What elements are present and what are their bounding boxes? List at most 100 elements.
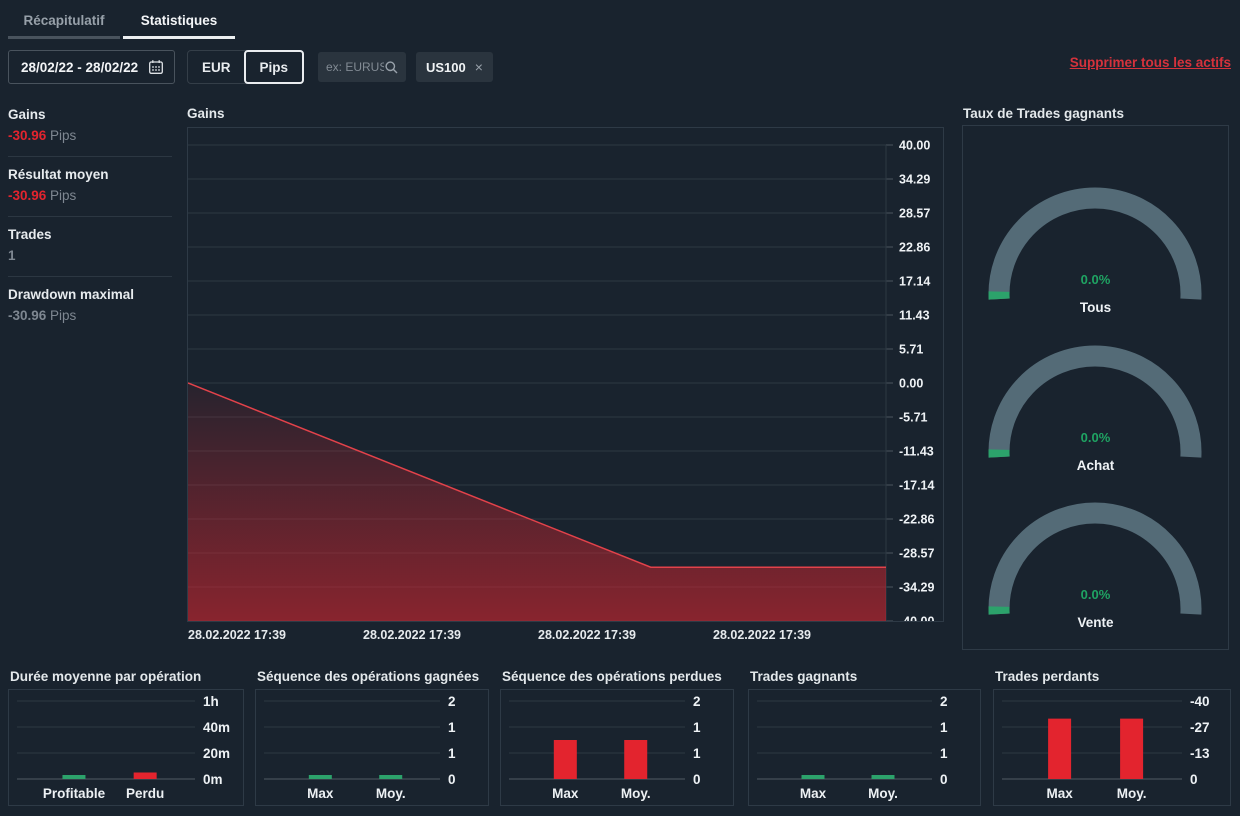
svg-text:0: 0 xyxy=(448,772,456,787)
gains-plot: 40.00 34.29 28.57 22.86 17.14 11.43 5.71 0.00 -5… xyxy=(187,139,934,629)
svg-text:-27: -27 xyxy=(1190,720,1210,735)
svg-text:2: 2 xyxy=(693,694,701,709)
gauge-value: 0.0% xyxy=(1080,272,1111,287)
svg-text:-22.86: -22.86 xyxy=(899,513,934,527)
svg-text:-34.29: -34.29 xyxy=(899,581,934,595)
svg-text:0.00: 0.00 xyxy=(899,377,923,391)
svg-text:34.29: 34.29 xyxy=(899,173,930,187)
stat-label: Drawdown maximal xyxy=(8,287,135,302)
svg-text:Max: Max xyxy=(307,786,334,801)
svg-text:1: 1 xyxy=(448,720,456,735)
date-range-picker[interactable]: 28/02/22 - 28/02/22 xyxy=(8,50,175,84)
stat-unit: Pips xyxy=(46,128,77,143)
gauge-value: 0.0% xyxy=(1080,430,1111,445)
asset-search[interactable] xyxy=(318,52,406,82)
svg-text:Moy.: Moy. xyxy=(376,786,406,801)
win-rate-title: Taux de Trades gagnants xyxy=(963,106,1125,121)
stat-value: -30.96 Pips xyxy=(8,308,172,323)
mini-chart-title: Séquence des opérations perdues xyxy=(502,669,722,684)
mini-chart-plot: 2 1 1 0 Max Moy. xyxy=(509,694,701,801)
svg-text:0m: 0m xyxy=(203,772,223,787)
svg-text:-40.00: -40.00 xyxy=(899,615,934,622)
svg-text:17.14: 17.14 xyxy=(899,275,930,289)
asset-search-input[interactable] xyxy=(326,60,384,74)
unit-toggle: EUR Pips xyxy=(187,50,305,84)
gains-chart-x-axis: 28.02.2022 17:39 28.02.2022 17:39 28.02.20… xyxy=(188,628,945,644)
stats-sidebar: Gains -30.96 Pips Résultat moyen -30.96 Pip… xyxy=(8,97,172,336)
gauge-arc-achat xyxy=(988,345,1202,458)
svg-text:1h: 1h xyxy=(203,694,219,709)
gauge-label: Vente xyxy=(1077,615,1114,630)
gauge-arc-tous xyxy=(988,187,1202,300)
svg-text:1: 1 xyxy=(940,720,948,735)
stat-label: Trades xyxy=(8,227,52,242)
stat-item: Résultat moyen -30.96 Pips xyxy=(8,157,172,217)
stat-number: 1 xyxy=(8,248,16,263)
svg-text:Moy.: Moy. xyxy=(1117,786,1147,801)
svg-text:1: 1 xyxy=(693,746,701,761)
remove-asset-icon[interactable]: × xyxy=(475,60,483,74)
mini-chart: 2 1 1 0 Max Moy. xyxy=(500,689,734,806)
gains-x-tick: 28.02.2022 17:39 xyxy=(188,628,287,642)
asset-tag-label: US100 xyxy=(426,59,466,75)
tab-bar: Récapitulatif Statistiques xyxy=(8,4,235,39)
mini-chart: 2 1 1 0 Max Moy. xyxy=(255,689,489,806)
svg-text:5.71: 5.71 xyxy=(899,343,923,357)
stat-item: Drawdown maximal -30.96 Pips xyxy=(8,277,172,336)
mini-chart-plot: 1h 40m 20m 0m Profitable Perdu xyxy=(17,694,230,801)
remove-all-assets-link[interactable]: Supprimer tous les actifs xyxy=(1070,55,1231,70)
svg-text:11.43: 11.43 xyxy=(899,309,930,323)
stat-value: -30.96 Pips xyxy=(8,128,172,143)
mini-chart: 1h 40m 20m 0m Profitable Perdu xyxy=(8,689,244,806)
svg-text:28.57: 28.57 xyxy=(899,207,930,221)
stat-number: -30.96 xyxy=(8,128,47,143)
svg-text:-5.71: -5.71 xyxy=(899,411,928,425)
stat-item: Gains -30.96 Pips xyxy=(8,97,172,157)
svg-text:Profitable: Profitable xyxy=(43,786,106,801)
pips-button[interactable]: Pips xyxy=(243,50,305,84)
svg-text:Max: Max xyxy=(1046,786,1073,801)
gauge-arc-vente xyxy=(988,502,1202,615)
svg-text:2: 2 xyxy=(448,694,456,709)
mini-chart-plot: -40 -27 -13 0 Max Moy. xyxy=(1002,694,1210,801)
svg-text:0: 0 xyxy=(940,772,948,787)
eur-button[interactable]: EUR xyxy=(188,51,245,83)
tab-statistiques[interactable]: Statistiques xyxy=(123,4,235,39)
stat-value: 1 xyxy=(8,248,172,263)
stat-number: -30.96 xyxy=(8,308,47,323)
svg-text:1: 1 xyxy=(448,746,456,761)
mini-chart-title: Séquence des opérations gagnées xyxy=(257,669,480,684)
stat-unit: Pips xyxy=(46,308,77,323)
tab-recapitulatif[interactable]: Récapitulatif xyxy=(8,4,120,39)
mini-chart-plot: 2 1 1 0 Max Moy. xyxy=(264,694,456,801)
stat-item: Trades 1 xyxy=(8,217,172,277)
svg-text:0: 0 xyxy=(693,772,701,787)
svg-text:-17.14: -17.14 xyxy=(899,479,934,493)
asset-tag-us100[interactable]: US100 × xyxy=(416,52,493,82)
mini-chart: 2 1 1 0 Max Moy. xyxy=(748,689,981,806)
svg-text:-13: -13 xyxy=(1190,746,1210,761)
mini-chart-title: Trades gagnants xyxy=(750,669,858,684)
svg-text:0: 0 xyxy=(1190,772,1198,787)
svg-text:Moy.: Moy. xyxy=(868,786,898,801)
mini-chart-title: Trades perdants xyxy=(995,669,1100,684)
svg-text:-28.57: -28.57 xyxy=(899,547,934,561)
svg-text:Max: Max xyxy=(800,786,827,801)
gains-chart-title: Gains xyxy=(187,106,225,121)
svg-text:40m: 40m xyxy=(203,720,230,735)
stat-value: -30.96 Pips xyxy=(8,188,172,203)
svg-text:-40: -40 xyxy=(1190,694,1210,709)
svg-text:1: 1 xyxy=(940,746,948,761)
gauge-value: 0.0% xyxy=(1080,587,1111,602)
svg-text:Perdu: Perdu xyxy=(126,786,164,801)
mini-chart-title: Durée moyenne par opération xyxy=(10,669,202,684)
search-icon xyxy=(385,60,398,73)
mini-chart-plot: 2 1 1 0 Max Moy. xyxy=(757,694,948,801)
svg-text:Max: Max xyxy=(552,786,579,801)
svg-text:22.86: 22.86 xyxy=(899,241,930,255)
calendar-icon xyxy=(149,60,163,74)
gauge-label: Tous xyxy=(1079,300,1112,315)
svg-text:40.00: 40.00 xyxy=(899,139,930,153)
gauge-label: Achat xyxy=(1076,458,1115,473)
svg-text:1: 1 xyxy=(693,720,701,735)
